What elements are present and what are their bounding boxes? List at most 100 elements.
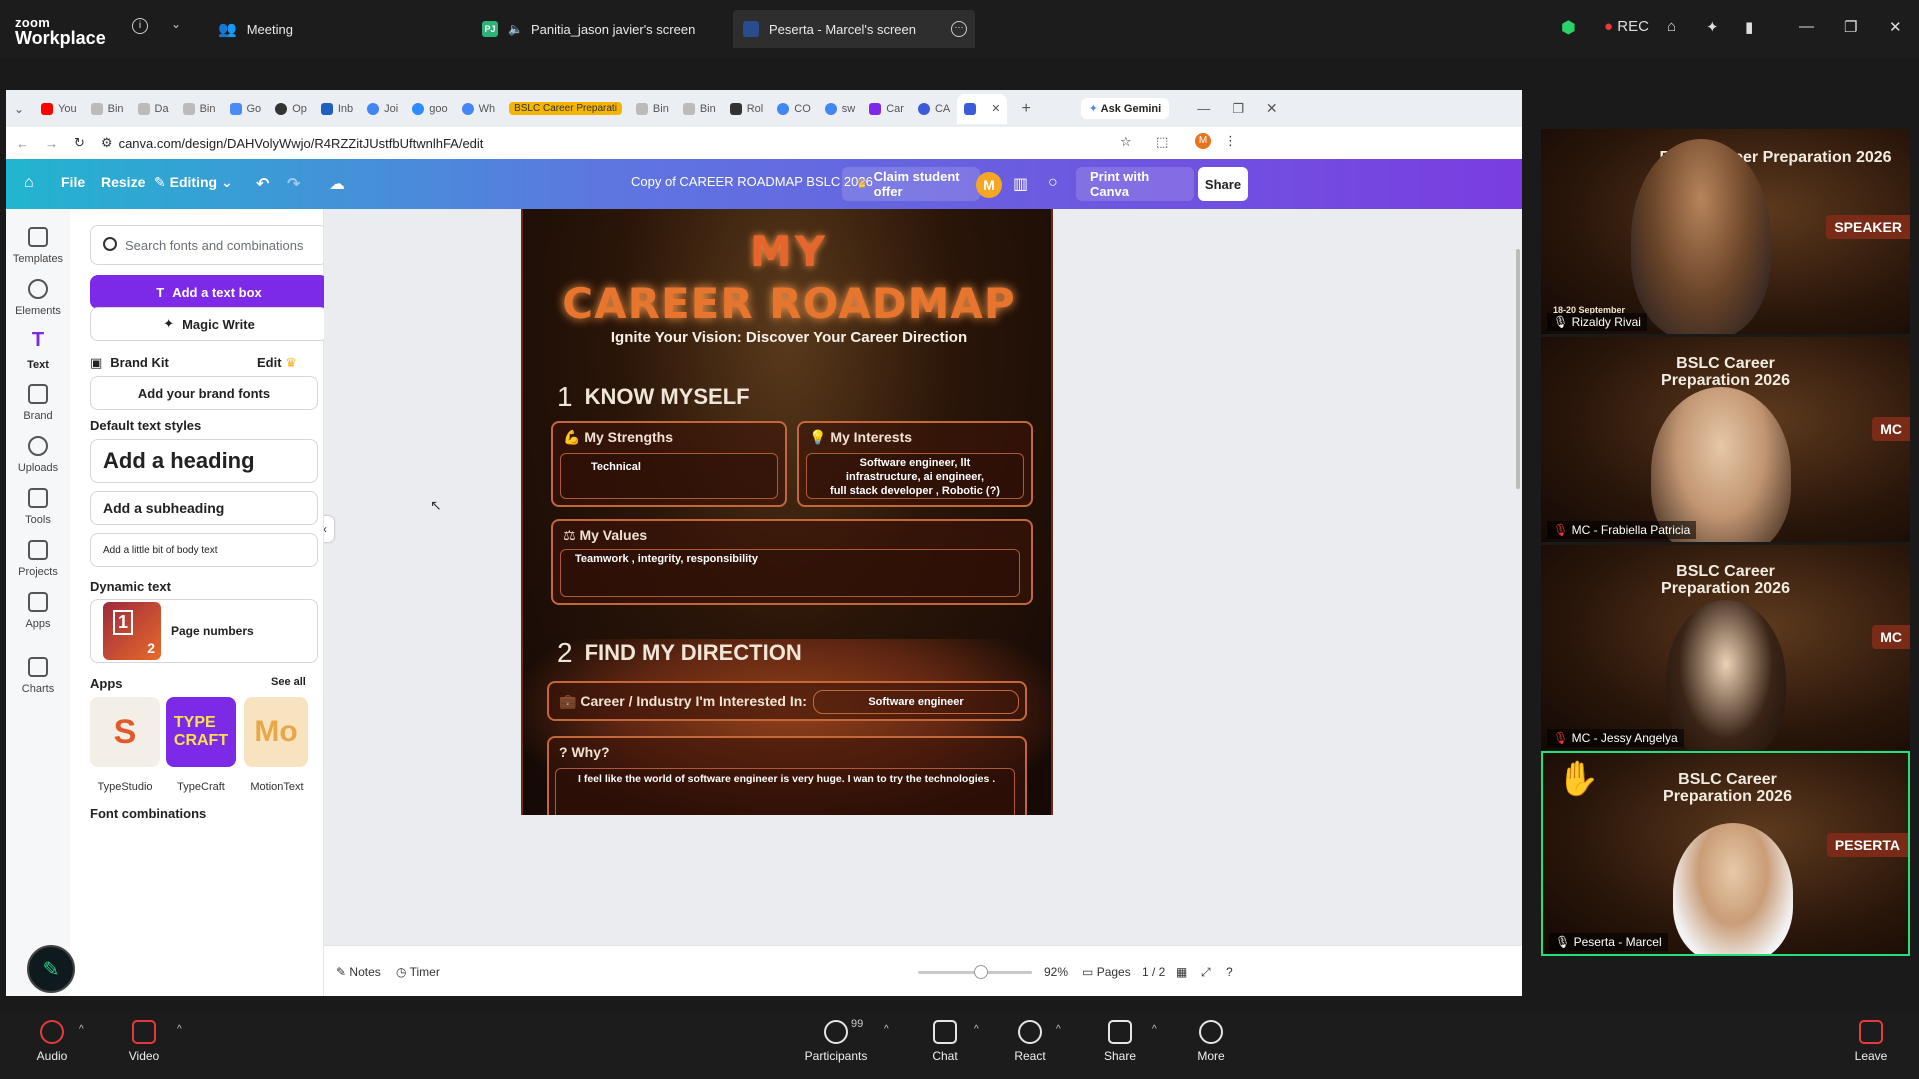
- profile-avatar[interactable]: M: [1195, 133, 1211, 149]
- share-button[interactable]: Share: [1198, 167, 1248, 201]
- help-icon[interactable]: ?: [1226, 965, 1233, 979]
- browser-tab[interactable]: Op: [268, 94, 314, 124]
- browser-tab[interactable]: You: [34, 94, 84, 124]
- participants-chevron-icon[interactable]: ^: [884, 1024, 889, 1035]
- close-tab-icon[interactable]: ✕: [991, 102, 1000, 115]
- why-box[interactable]: ? Why? I feel like the world of software…: [547, 736, 1027, 815]
- site-settings-icon[interactable]: ⚙: [101, 135, 113, 151]
- rail-apps[interactable]: Apps: [6, 592, 70, 630]
- ask-gemini-button[interactable]: ✦ Ask Gemini: [1080, 98, 1170, 119]
- browser-tab[interactable]: Inb: [314, 94, 360, 124]
- extensions-icon[interactable]: ⬚: [1156, 134, 1168, 150]
- participant-tile[interactable]: BSLC Career Preparation 2026 SPEAKER 18-…: [1541, 129, 1910, 334]
- grid-view-icon[interactable]: ▦: [1176, 965, 1187, 979]
- video-button[interactable]: Video: [99, 1020, 189, 1063]
- claim-student-offer-button[interactable]: ♛ Claim student offer: [842, 167, 980, 201]
- undo-icon[interactable]: ↶: [256, 174, 269, 194]
- reload-icon[interactable]: ↻: [74, 135, 85, 151]
- restore-icon[interactable]: ❐: [1232, 101, 1244, 117]
- add-body-text-card[interactable]: Add a little bit of body text: [90, 533, 318, 567]
- redo-icon[interactable]: ↷: [287, 174, 300, 194]
- forward-icon[interactable]: →: [45, 136, 58, 151]
- browser-tab[interactable]: CA: [911, 94, 957, 124]
- collapse-panel-icon[interactable]: ‹: [324, 516, 334, 542]
- canvas-scrollbar[interactable]: [1516, 249, 1520, 489]
- editing-dropdown[interactable]: ✎ Editing ⌄: [154, 174, 233, 191]
- timer-button[interactable]: ◷ Timer: [396, 965, 440, 979]
- rail-charts[interactable]: Charts: [6, 657, 70, 695]
- add-text-box-button[interactable]: T Add a text box: [90, 275, 328, 309]
- add-brand-fonts-button[interactable]: Add your brand fonts: [90, 376, 318, 410]
- file-menu[interactable]: File: [61, 174, 85, 190]
- rec-indicator[interactable]: ● REC: [1604, 18, 1649, 35]
- more-options-icon[interactable]: ···: [951, 21, 967, 37]
- participant-tile[interactable]: BSLC Career Preparation 2026 MC 🎙 MC - J…: [1541, 545, 1910, 750]
- browser-tab[interactable]: CO: [770, 94, 818, 124]
- interests-value[interactable]: Software engineer, llt infrastructure, a…: [806, 453, 1024, 499]
- tab-peserta-screen[interactable]: Peserta - Marcel's screen ···: [733, 10, 975, 48]
- strengths-box[interactable]: 💪 My Strengths Technical: [551, 421, 787, 507]
- share-chevron-icon[interactable]: ^: [1152, 1024, 1157, 1035]
- participant-tile[interactable]: BSLC Career Preparation 2026 MC 🎙 MC - F…: [1541, 337, 1910, 542]
- chevron-down-icon[interactable]: ⌄: [171, 17, 181, 31]
- rail-text[interactable]: T Text: [6, 329, 70, 371]
- resize-button[interactable]: Resize: [101, 174, 145, 190]
- design-title-my[interactable]: MY: [523, 227, 1051, 276]
- document-title[interactable]: Copy of CAREER ROADMAP BSLC 2026: [631, 174, 873, 189]
- font-search-input[interactable]: Search fonts and combinations: [90, 225, 328, 265]
- bookmark-star-icon[interactable]: ☆: [1120, 134, 1132, 150]
- why-value[interactable]: I feel like the world of software engine…: [555, 768, 1015, 815]
- browser-tab[interactable]: Bin: [676, 94, 723, 124]
- leave-button[interactable]: Leave: [1826, 1020, 1916, 1063]
- minimize-icon[interactable]: —: [1197, 101, 1210, 116]
- design-title-main[interactable]: CAREER ROADMAP: [523, 279, 1051, 328]
- zoom-percentage[interactable]: 92%: [1044, 965, 1068, 979]
- info-icon[interactable]: i: [132, 18, 148, 34]
- motiontext-app-icon[interactable]: Mo: [244, 697, 308, 767]
- browser-tab[interactable]: Da: [131, 94, 176, 124]
- pages-button[interactable]: ▭ Pages: [1082, 965, 1131, 979]
- browser-tab[interactable]: sw: [818, 94, 862, 124]
- print-with-canva-button[interactable]: Print with Canva: [1076, 167, 1194, 201]
- browser-tab-group[interactable]: BSLC Career Preparati: [502, 94, 629, 124]
- brand-kit-edit[interactable]: Edit ♛: [257, 355, 297, 371]
- browser-menu-icon[interactable]: ⋮: [1224, 133, 1237, 149]
- cloud-save-icon[interactable]: ☁: [329, 174, 345, 194]
- tab-list-chevron-icon[interactable]: ⌄: [14, 102, 24, 116]
- values-box[interactable]: ⚖ My Values Teamwork , integrity, respon…: [551, 519, 1033, 605]
- insights-chart-icon[interactable]: ▥: [1013, 174, 1028, 194]
- typecraft-app-icon[interactable]: TYPE CRAFT: [166, 697, 236, 767]
- react-button[interactable]: React: [985, 1020, 1075, 1063]
- close-window-icon[interactable]: ✕: [1266, 100, 1278, 117]
- browser-tab[interactable]: Wh: [455, 94, 503, 124]
- audio-options-chevron-icon[interactable]: ^: [79, 1024, 84, 1035]
- strengths-value[interactable]: Technical: [560, 453, 778, 499]
- browser-tab[interactable]: goo: [405, 94, 454, 124]
- magic-write-button[interactable]: ✦ Magic Write: [90, 307, 328, 341]
- fullscreen-icon[interactable]: ⤢: [1201, 965, 1211, 980]
- rail-elements[interactable]: Elements: [6, 279, 70, 317]
- ai-companion-icon[interactable]: ✦: [1706, 18, 1719, 36]
- page-numbers-card[interactable]: 1 2 Page numbers: [90, 599, 318, 663]
- magic-edit-fab[interactable]: ✎: [27, 945, 75, 993]
- browser-tab[interactable]: Bin: [176, 94, 223, 124]
- view-icon[interactable]: ▮: [1745, 18, 1753, 36]
- home-icon[interactable]: ⌂: [24, 174, 34, 192]
- rail-uploads[interactable]: Uploads: [6, 436, 70, 474]
- section-find-direction[interactable]: 2 FIND MY DIRECTION: [557, 637, 802, 669]
- restore-icon[interactable]: ❐: [1844, 18, 1857, 36]
- design-subtitle[interactable]: Ignite Your Vision: Discover Your Career…: [523, 329, 1051, 346]
- values-value[interactable]: Teamwork , integrity, responsibility: [560, 549, 1020, 597]
- add-heading-card[interactable]: Add a heading: [90, 439, 318, 483]
- close-icon[interactable]: ✕: [1889, 18, 1902, 36]
- comment-icon[interactable]: ○: [1048, 174, 1058, 192]
- zoom-slider-knob[interactable]: [973, 965, 988, 979]
- url-field[interactable]: canva.com/design/DAHVolyWwjo/R4RZZitJUst…: [119, 136, 484, 151]
- participant-tile-active[interactable]: BSLC Career Preparation 2026 ✋ PESERTA 🎙…: [1541, 751, 1910, 956]
- section-know-myself[interactable]: 1 KNOW MYSELF: [557, 381, 750, 413]
- rail-tools[interactable]: Tools: [6, 488, 70, 526]
- more-button[interactable]: More: [1166, 1020, 1256, 1063]
- minimize-icon[interactable]: —: [1799, 18, 1814, 35]
- back-icon[interactable]: ←: [16, 136, 29, 151]
- chat-chevron-icon[interactable]: ^: [974, 1024, 979, 1035]
